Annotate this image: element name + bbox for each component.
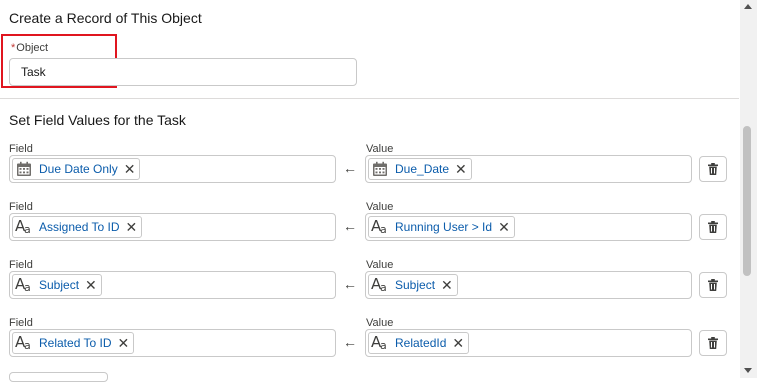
remove-icon[interactable]: ✕ <box>498 220 510 234</box>
value-pill[interactable]: Aa RelatedId ✕ <box>368 332 470 354</box>
text-icon: Aa <box>15 217 31 236</box>
value-column-label: Value <box>366 317 394 329</box>
text-icon: Aa <box>15 333 31 352</box>
field-value-row: Field Value Aa Assigned To ID ✕ ← Aa Running Us… <box>0 201 739 259</box>
field-values-title: Set Field Values for the Task <box>9 112 186 128</box>
value-select[interactable]: Aa Running User > Id ✕ <box>365 213 692 241</box>
value-select[interactable]: Due_Date ✕ <box>365 155 692 183</box>
text-icon: Aa <box>371 217 387 236</box>
field-value-row: Field Value Aa Related To ID ✕ ← Aa RelatedId ✕ <box>0 317 739 375</box>
object-input[interactable]: Task <box>9 58 357 86</box>
field-pill-label: Related To ID <box>39 336 112 350</box>
field-pill-label: Assigned To ID <box>39 220 120 234</box>
trash-icon <box>707 221 719 233</box>
scrollbar[interactable] <box>740 0 757 378</box>
trash-icon <box>707 279 719 291</box>
delete-row-button[interactable] <box>699 156 727 182</box>
remove-icon[interactable]: ✕ <box>126 220 138 234</box>
remove-icon[interactable]: ✕ <box>118 336 130 350</box>
text-icon: Aa <box>371 275 387 294</box>
remove-icon[interactable]: ✕ <box>452 336 464 350</box>
field-pill[interactable]: Aa Assigned To ID ✕ <box>12 216 143 238</box>
value-pill-label: Due_Date <box>395 162 450 176</box>
scrollbar-thumb[interactable] <box>743 126 751 276</box>
text-icon: Aa <box>371 333 387 352</box>
value-pill-label: RelatedId <box>395 336 447 350</box>
delete-row-button[interactable] <box>699 272 727 298</box>
add-field-button[interactable] <box>9 372 108 382</box>
arrow-left-icon: ← <box>343 334 357 350</box>
field-column-label: Field <box>9 317 33 329</box>
value-pill[interactable]: Aa Subject ✕ <box>368 274 458 296</box>
field-pill[interactable]: Aa Subject ✕ <box>12 274 102 296</box>
field-value-row: Field Value Due Date Only ✕ ← Due_Date ✕ <box>0 143 739 201</box>
value-pill-label: Subject <box>395 278 436 292</box>
field-column-label: Field <box>9 143 33 155</box>
field-pill-label: Due Date Only <box>39 162 118 176</box>
value-pill-label: Running User > Id <box>395 220 493 234</box>
scroll-up-arrow-icon[interactable] <box>744 4 752 9</box>
field-pill[interactable]: Due Date Only ✕ <box>12 158 141 180</box>
value-select[interactable]: Aa RelatedId ✕ <box>365 329 692 357</box>
field-pill[interactable]: Aa Related To ID ✕ <box>12 332 135 354</box>
field-select[interactable]: Aa Related To ID ✕ <box>9 329 336 357</box>
scroll-down-arrow-icon[interactable] <box>744 368 752 373</box>
section-divider <box>0 98 739 99</box>
remove-icon[interactable]: ✕ <box>85 278 97 292</box>
calendar-icon <box>15 160 33 178</box>
object-label-text: Object <box>16 42 49 54</box>
arrow-left-icon: ← <box>343 276 357 292</box>
value-select[interactable]: Aa Subject ✕ <box>365 271 692 299</box>
remove-icon[interactable]: ✕ <box>455 162 467 176</box>
field-select[interactable]: Aa Subject ✕ <box>9 271 336 299</box>
delete-row-button[interactable] <box>699 214 727 240</box>
field-column-label: Field <box>9 259 33 271</box>
create-record-title: Create a Record of This Object <box>9 10 202 26</box>
value-column-label: Value <box>366 143 394 155</box>
remove-icon[interactable]: ✕ <box>124 162 136 176</box>
arrow-left-icon: ← <box>343 218 357 234</box>
field-column-label: Field <box>9 201 33 213</box>
value-column-label: Value <box>366 259 394 271</box>
trash-icon <box>707 163 719 175</box>
arrow-left-icon: ← <box>343 160 357 176</box>
delete-row-button[interactable] <box>699 330 727 356</box>
required-mark: * <box>11 42 16 54</box>
value-pill[interactable]: Due_Date ✕ <box>368 158 472 180</box>
field-select[interactable]: Due Date Only ✕ <box>9 155 336 183</box>
field-pill-label: Subject <box>39 278 80 292</box>
field-value-row: Field Value Aa Subject ✕ ← Aa Subject ✕ <box>0 259 739 317</box>
value-pill[interactable]: Aa Running User > Id ✕ <box>368 216 515 238</box>
calendar-icon <box>371 160 389 178</box>
create-record-section: Create a Record of This Object *Object T… <box>0 0 739 98</box>
object-label: *Object <box>11 42 48 54</box>
trash-icon <box>707 337 719 349</box>
value-column-label: Value <box>366 201 394 213</box>
field-select[interactable]: Aa Assigned To ID ✕ <box>9 213 336 241</box>
text-icon: Aa <box>15 275 31 294</box>
remove-icon[interactable]: ✕ <box>441 278 453 292</box>
